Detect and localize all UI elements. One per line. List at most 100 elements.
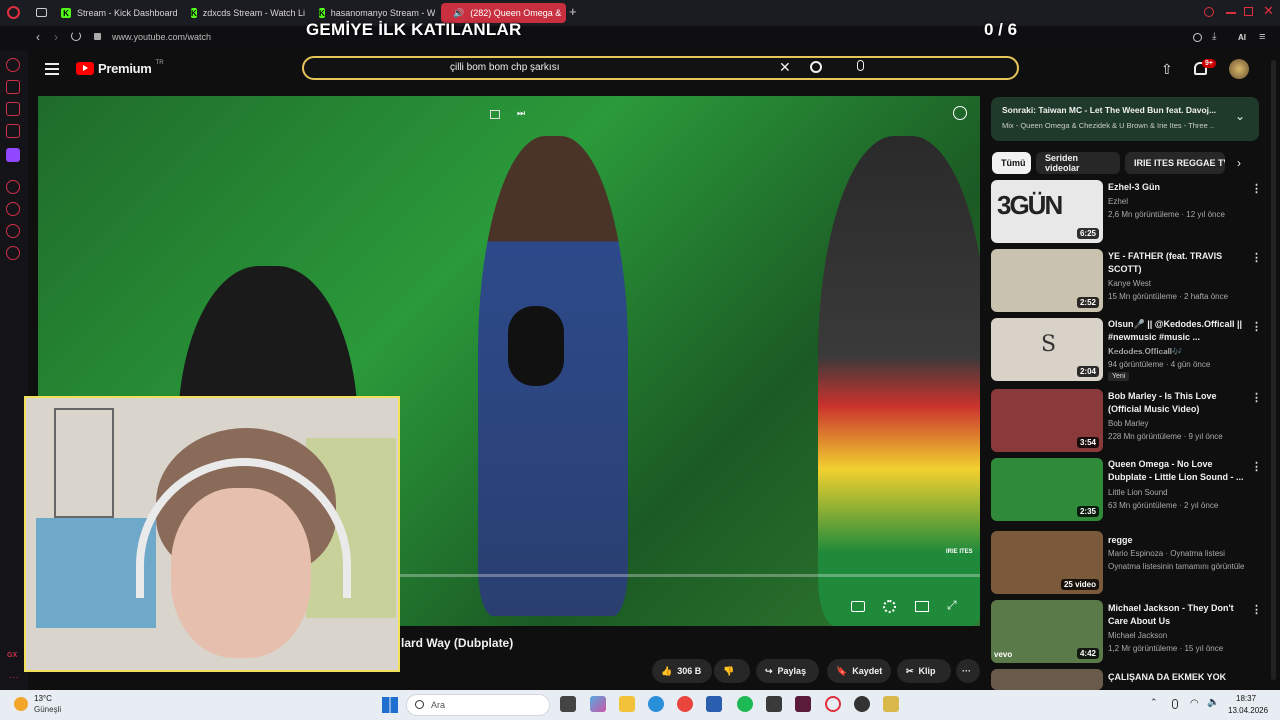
close-window-button[interactable]: ✕ (1263, 3, 1274, 19)
weather-icon[interactable] (14, 697, 28, 711)
thumbnail[interactable]: 2:35 (991, 458, 1103, 521)
tab-switcher-icon[interactable] (36, 8, 47, 17)
recommendation-title[interactable]: Ezhel-3 Gün (1108, 181, 1248, 194)
recommendation-channel[interactable]: Bob Marley (1108, 419, 1258, 428)
theater-mode-button[interactable] (915, 601, 929, 612)
chrome-icon[interactable] (677, 696, 693, 712)
more-options-icon[interactable]: ⋮ (1251, 391, 1262, 404)
hamburger-menu-icon[interactable] (45, 63, 59, 75)
chip-series[interactable]: Seriden videolar (1036, 152, 1120, 174)
sidebar-history-icon[interactable] (6, 202, 20, 216)
tray-chevron-icon[interactable]: ⌃ (1150, 697, 1158, 708)
up-next-card[interactable]: Sonraki: Taiwan MC - Let The Weed Bun fe… (991, 97, 1259, 141)
recommendation-title[interactable]: ÇALIŞANA DA EKMEK YOK (1108, 671, 1248, 684)
chip-irie-ites[interactable]: IRIE ITES REGGAE TV (1125, 152, 1225, 174)
taskbar-time[interactable]: 18:37 (1236, 694, 1256, 703)
avatar[interactable] (1229, 59, 1249, 79)
taskbar-date[interactable]: 13.04.2026 (1228, 706, 1268, 715)
store-icon[interactable] (706, 696, 722, 712)
fullscreen-icon[interactable]: ⤢ (947, 598, 957, 613)
opera-logo-icon[interactable] (7, 6, 20, 19)
spotify-icon[interactable] (737, 696, 753, 712)
sidebar-pin-icon[interactable] (6, 224, 20, 238)
sidebar-twitch-icon[interactable] (6, 148, 20, 162)
ai-button[interactable]: AI (1238, 33, 1246, 42)
recommendation-channel[interactable]: Michael Jackson (1108, 631, 1258, 640)
search-input[interactable]: çilli bom bom chp şarkısı (450, 62, 559, 73)
thumbnail[interactable]: 3GÜN 6:25 (991, 180, 1103, 243)
sidebar-bag-icon[interactable] (6, 80, 20, 94)
search-tabs-icon[interactable] (1204, 7, 1214, 17)
menu-icon[interactable]: ≡ (1259, 31, 1265, 43)
wifi-tray-icon[interactable]: ◠ (1190, 698, 1199, 709)
recommendation-channel[interactable]: 𝐊𝐞𝐝𝐨𝐝𝐞𝐬.𝐎𝐟𝐟𝐢𝐜𝐚𝐥𝐥🎶 (1108, 347, 1258, 357)
like-button[interactable]: 👍 306 B (652, 659, 712, 683)
sidebar-messenger-icon[interactable] (6, 102, 20, 116)
chip-scroll-right-icon[interactable]: › (1237, 156, 1241, 170)
next-track-icon[interactable]: ⏭ (517, 108, 525, 119)
upload-icon[interactable]: ⇧ (1161, 61, 1173, 78)
video-info-icon[interactable] (953, 106, 967, 120)
minimize-button[interactable] (1226, 12, 1236, 14)
sidebar-gx-icon[interactable]: GX (7, 652, 17, 659)
copilot-icon[interactable] (590, 696, 606, 712)
clip-button[interactable]: ✂ Klip (897, 659, 951, 683)
recommendation-title[interactable]: regge (1108, 534, 1248, 547)
volume-tray-icon[interactable]: 🔈 (1207, 697, 1219, 708)
dislike-button[interactable]: 👎 (714, 659, 750, 683)
recommendation-channel[interactable]: Kanye West (1108, 279, 1258, 288)
obs-icon[interactable] (854, 696, 870, 712)
save-button[interactable]: 🔖 Kaydet (827, 659, 891, 683)
app-icon[interactable] (766, 696, 782, 712)
edge-icon[interactable] (648, 696, 664, 712)
sidebar-m-icon[interactable] (6, 124, 20, 138)
recommendation-channel[interactable]: Mario Espinoza · Oynatma listesi (1108, 549, 1258, 558)
sidebar-speeddial-icon[interactable] (6, 58, 20, 72)
more-options-icon[interactable]: ⋮ (1251, 460, 1262, 473)
taskbar-search-box[interactable]: Ara (406, 694, 550, 716)
recommendation-channel[interactable]: Ezhel (1108, 197, 1258, 206)
share-button[interactable]: ↪ Paylaş (756, 659, 819, 683)
sidebar-settings-icon[interactable] (6, 246, 20, 260)
recommendation-meta[interactable]: Oynatma listesinin tamamını görüntüle (1108, 562, 1258, 571)
page-scrollbar[interactable] (1271, 60, 1276, 680)
voice-search-icon[interactable] (857, 60, 864, 71)
sidebar-more-icon[interactable]: ··· (9, 672, 19, 683)
windows-start-icon[interactable] (382, 697, 398, 713)
sidebar-player-icon[interactable] (6, 180, 20, 194)
more-actions-button[interactable]: ··· (956, 659, 980, 683)
opera-gx-icon[interactable] (825, 696, 841, 712)
forward-icon[interactable]: › (54, 30, 58, 44)
recommendation-channel[interactable]: Little Lion Sound (1108, 488, 1258, 497)
search-icon[interactable] (810, 61, 822, 73)
reload-icon[interactable] (71, 31, 81, 41)
microphone-tray-icon[interactable] (1172, 699, 1178, 709)
tab-kick-dashboard[interactable]: K Stream - Kick Dashboard (55, 3, 185, 23)
chip-all[interactable]: Tümü (992, 152, 1031, 174)
more-options-icon[interactable]: ⋮ (1251, 251, 1262, 264)
recommendation-title[interactable]: Michael Jackson - They Don't Care About … (1108, 602, 1248, 628)
clear-search-icon[interactable]: ✕ (779, 59, 791, 76)
url-field[interactable]: www.youtube.com/watch (112, 32, 211, 42)
recommendation-title[interactable]: Queen Omega - No Love Dubplate - Little … (1108, 458, 1248, 484)
thumbnail[interactable]: 2:52 (991, 249, 1103, 312)
thumbnail[interactable]: 25 video (991, 531, 1103, 594)
settings-gear-icon[interactable] (883, 600, 896, 613)
thumbnail[interactable]: S 2:04 (991, 318, 1103, 381)
tab-zdxcds-stream[interactable]: K zdxcds Stream - Watch Li (185, 3, 309, 23)
more-options-icon[interactable]: ⋮ (1251, 182, 1262, 195)
chevron-down-icon[interactable]: ⌄ (1235, 109, 1245, 123)
task-view-icon[interactable] (560, 696, 576, 712)
recommendation-title[interactable]: Olsun🎤 || @Kedodes.Officall || #newmusic… (1108, 318, 1248, 344)
youtube-logo[interactable]: Premium TR (76, 60, 164, 76)
app-icon[interactable] (795, 696, 811, 712)
download-icon[interactable]: ⤓ (1212, 31, 1216, 42)
thumbnail[interactable]: vevo 4:42 (991, 600, 1103, 663)
recommendation-title[interactable]: YE - FATHER (feat. TRAVIS SCOTT) (1108, 250, 1248, 276)
thumbnail[interactable]: 3:54 (991, 389, 1103, 452)
thumbnail[interactable] (991, 669, 1103, 690)
app-icon[interactable] (883, 696, 899, 712)
maximize-button[interactable] (1244, 7, 1253, 16)
file-explorer-icon[interactable] (619, 696, 635, 712)
back-icon[interactable]: ‹ (36, 30, 40, 44)
